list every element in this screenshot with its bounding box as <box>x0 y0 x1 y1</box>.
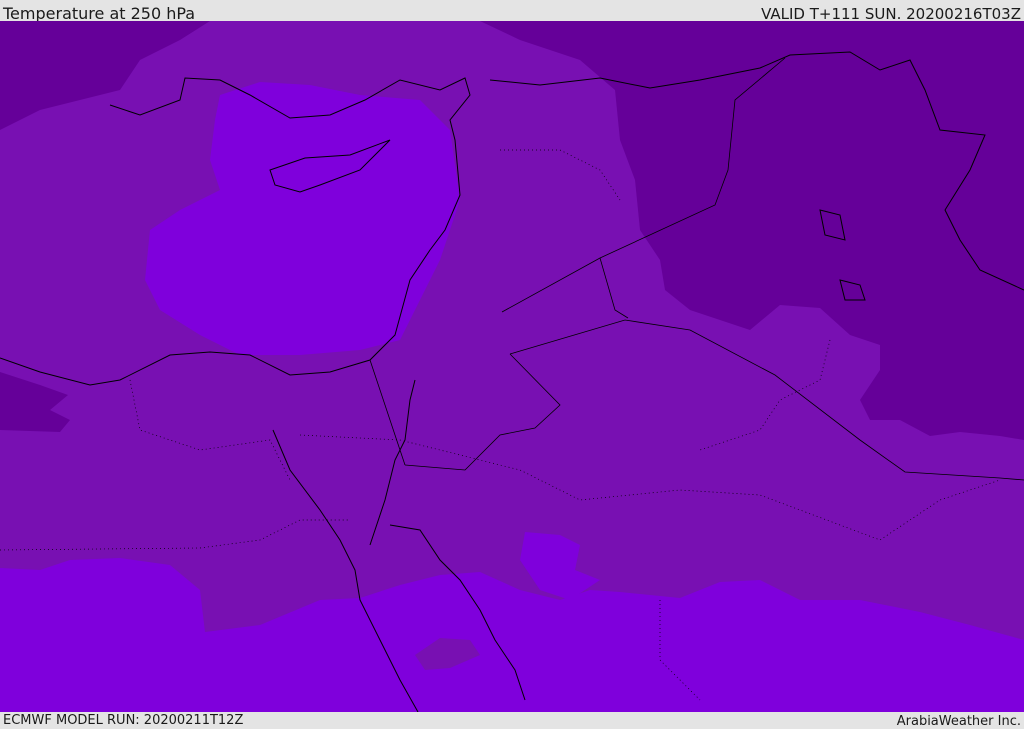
temperature-map <box>0 21 1024 712</box>
brand-label: ArabiaWeather Inc. <box>896 714 1021 729</box>
model-run-label: ECMWF MODEL RUN: 20200211T12Z <box>3 713 244 728</box>
